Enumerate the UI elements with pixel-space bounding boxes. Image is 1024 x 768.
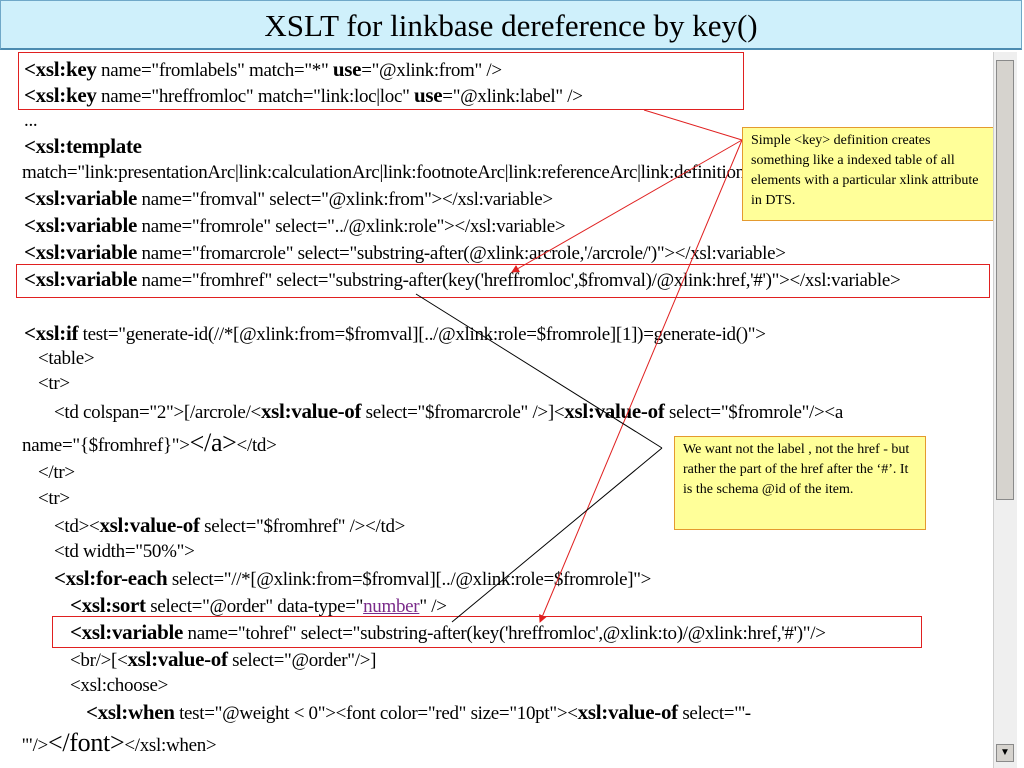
- code-line-23: <xsl:choose>: [70, 675, 169, 696]
- xsl-variable-tag: <xsl:variable: [24, 186, 138, 210]
- code-text: <td><: [54, 516, 100, 537]
- xsl-sort-tag: <xsl:sort: [70, 593, 146, 617]
- code-text: select="$fromrole"/><a: [664, 402, 843, 423]
- vertical-scrollbar[interactable]: ▼: [993, 52, 1017, 768]
- code-text: " />: [419, 596, 447, 617]
- code-text: </xsl:when>: [124, 735, 217, 756]
- code-text: name="{$fromhref}">: [22, 435, 190, 456]
- code-line-19: <xsl:for-each select="//*[@xlink:from=$f…: [54, 567, 651, 591]
- xsl-if-tag: <xsl:if: [24, 321, 79, 345]
- key-definitions-highlight: [18, 52, 744, 110]
- code-line-15: </tr>: [38, 462, 75, 483]
- code-text: select="@order" data-type=": [145, 596, 364, 617]
- code-text: test="@weight < 0"><font color="red" siz…: [174, 703, 578, 724]
- value-of-tag: xsl:value-of: [564, 399, 665, 423]
- code-text: '"/>: [22, 735, 48, 756]
- anchor-close-tag: </a>: [189, 428, 237, 457]
- fromhref-highlight: [16, 264, 990, 298]
- code-text: select="@order"/>]: [227, 650, 377, 671]
- value-of-tag: xsl:value-of: [260, 399, 362, 423]
- chevron-down-icon: ▼: [1000, 747, 1010, 758]
- code-text: name="fromval" select="@xlink:from"></xs…: [137, 189, 554, 210]
- code-text: select="$fromhref" /></td>: [199, 516, 406, 537]
- code-text: </td>: [236, 435, 277, 456]
- code-text: select="'-: [677, 703, 751, 724]
- code-line-10: <xsl:if test="generate-id(//*[@xlink:fro…: [24, 322, 766, 346]
- code-line-8: <xsl:variable name="fromarcrole" select=…: [24, 241, 786, 265]
- scroll-down-button[interactable]: ▼: [996, 744, 1014, 762]
- xsl-for-each-tag: <xsl:for-each: [54, 566, 168, 590]
- code-line-3: ...: [24, 110, 38, 131]
- code-line-18: <td width="50%">: [54, 541, 195, 562]
- code-line-7: <xsl:variable name="fromrole" select="..…: [24, 213, 566, 238]
- number-link[interactable]: number: [363, 596, 420, 617]
- code-text: <br/>[<: [70, 650, 128, 671]
- code-text: name="fromrole" select="../@xlink:role">…: [137, 216, 566, 237]
- tohref-highlight: [52, 616, 922, 648]
- code-line-13: <td colspan="2">[/arcrole/<xsl:value-of …: [54, 400, 843, 424]
- code-text: <td colspan="2">[/arcrole/<: [54, 402, 261, 423]
- code-line-24: <xsl:when test="@weight < 0"><font color…: [86, 701, 751, 725]
- xsl-variable-tag: <xsl:variable: [24, 240, 138, 264]
- code-line-22: <br/>[<xsl:value-of select="@order"/>]: [70, 648, 376, 672]
- href-explanation-callout: We want not the label , not the href - b…: [674, 436, 926, 530]
- font-close-tag: </font>: [47, 728, 125, 757]
- code-line-14: name="{$fromhref}"></a></td>: [22, 430, 277, 457]
- code-line-11: <table>: [38, 348, 95, 369]
- code-line-16: <tr>: [38, 488, 70, 509]
- code-text: test="generate-id(//*[@xlink:from=$fromv…: [78, 324, 766, 345]
- value-of-tag: xsl:value-of: [127, 647, 228, 671]
- xsl-variable-tag: <xsl:variable: [24, 213, 138, 237]
- xsl-when-tag: <xsl:when: [86, 700, 175, 724]
- code-line-4: <xsl:template: [24, 134, 142, 158]
- scrollbar-thumb[interactable]: [996, 60, 1014, 500]
- slide-title: XSLT for linkbase dereference by key(): [0, 0, 1022, 50]
- code-line-6: <xsl:variable name="fromval" select="@xl…: [24, 187, 553, 211]
- code-line-20: <xsl:sort select="@order" data-type="num…: [70, 594, 447, 618]
- code-text: select="$fromarcrole" />]<: [361, 402, 565, 423]
- code-line-12: <tr>: [38, 373, 70, 394]
- code-line-5: match="link:presentationArc|link:calcula…: [22, 162, 791, 183]
- value-of-tag: xsl:value-of: [99, 513, 200, 537]
- code-line-25: '"/></font></xsl:when>: [22, 730, 217, 757]
- code-line-17: <td><xsl:value-of select="$fromhref" /><…: [54, 514, 405, 538]
- value-of-tag: xsl:value-of: [577, 700, 679, 724]
- code-text: name="fromarcrole" select="substring-aft…: [137, 243, 786, 264]
- code-text: select="//*[@xlink:from=$fromval][../@xl…: [167, 569, 652, 590]
- key-definition-callout: Simple <key> definition creates somethin…: [742, 127, 994, 221]
